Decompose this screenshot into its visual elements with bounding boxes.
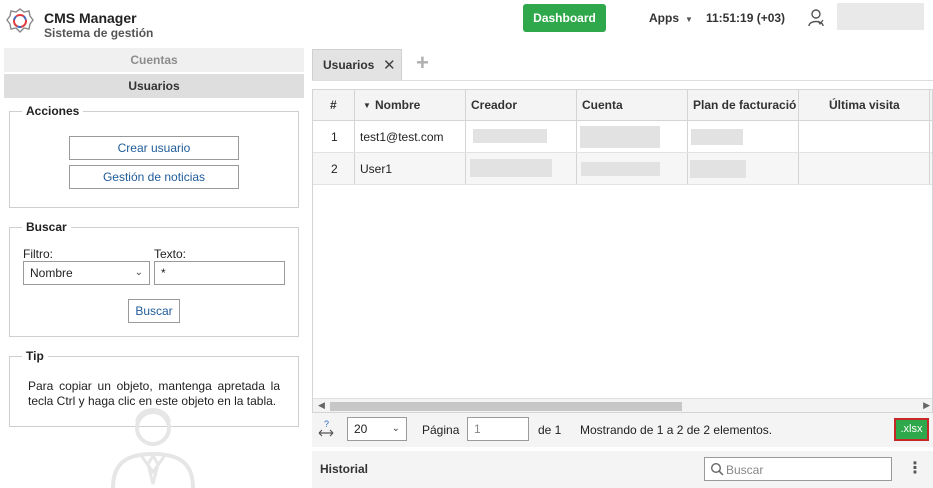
page-size-value: 20 bbox=[354, 422, 368, 436]
crear-usuario-button[interactable]: Crear usuario bbox=[69, 136, 239, 160]
col-cuenta[interactable]: Cuenta bbox=[577, 90, 688, 120]
user-name-box[interactable] bbox=[837, 3, 924, 30]
app-title: CMS Manager bbox=[44, 10, 137, 26]
buscar-legend: Buscar bbox=[26, 220, 67, 234]
search-placeholder: Buscar bbox=[726, 463, 764, 477]
cell-num: 1 bbox=[331, 130, 338, 144]
search-text-input[interactable]: * bbox=[154, 261, 285, 285]
col-plan[interactable]: Plan de facturación bbox=[688, 90, 799, 120]
cell-nombre: test1@test.com bbox=[360, 130, 444, 144]
horizontal-scrollbar[interactable]: ◀ ▶ bbox=[313, 398, 932, 412]
tabstrip-divider bbox=[312, 80, 933, 81]
page-size-select[interactable]: 20 ⌄ bbox=[347, 417, 407, 441]
scrollbar-thumb[interactable] bbox=[330, 402, 682, 411]
historial-bar: Historial Buscar ⋮ bbox=[312, 451, 933, 488]
users-grid: # ▼ Nombre Creador Cuenta Plan de factur… bbox=[312, 89, 933, 413]
historial-search-input[interactable]: Buscar bbox=[704, 457, 892, 481]
dashboard-button[interactable]: Dashboard bbox=[523, 4, 606, 32]
col-ultima-visita[interactable]: Última visita bbox=[799, 90, 930, 120]
tip-legend: Tip bbox=[26, 349, 44, 363]
col-header-creador: Creador bbox=[471, 98, 518, 112]
logo-icon bbox=[6, 8, 34, 33]
clock: 11:51:19 (+03) bbox=[706, 11, 786, 25]
pager-summary: Mostrando de 1 a 2 de 2 elementos. bbox=[580, 423, 773, 437]
table-row[interactable]: 1 test1@test.com bbox=[313, 121, 932, 153]
page-total: de 1 bbox=[538, 423, 562, 437]
chevron-down-icon: ⌄ bbox=[134, 267, 143, 278]
app-header: CMS Manager Sistema de gestión Dashboard… bbox=[0, 0, 933, 40]
apps-menu-label: Apps bbox=[649, 11, 679, 25]
col-creador[interactable]: Creador bbox=[466, 90, 577, 120]
filter-select-value: Nombre bbox=[30, 266, 73, 280]
buscar-button[interactable]: Buscar bbox=[128, 299, 180, 323]
redacted-plan bbox=[691, 129, 743, 145]
grid-header: # ▼ Nombre Creador Cuenta Plan de factur… bbox=[313, 90, 932, 121]
sidebar-tab-cuentas[interactable]: Cuentas bbox=[4, 48, 304, 72]
col-header-ultima-visita: Última visita bbox=[829, 98, 900, 112]
col-header-nombre: Nombre bbox=[375, 98, 421, 112]
filter-label: Filtro: bbox=[23, 247, 53, 261]
redacted-cuenta bbox=[581, 162, 660, 176]
table-row[interactable]: 2 User1 bbox=[313, 153, 932, 185]
scroll-left-icon[interactable]: ◀ bbox=[318, 400, 325, 411]
redacted-plan bbox=[690, 160, 746, 178]
redacted-creador bbox=[473, 129, 547, 143]
cell-col bbox=[799, 121, 930, 152]
sort-desc-icon: ▼ bbox=[363, 101, 371, 110]
sidebar-tab-usuarios[interactable]: Usuarios bbox=[4, 74, 304, 98]
redacted-creador bbox=[470, 159, 552, 177]
cell-num: 2 bbox=[331, 162, 338, 176]
add-tab-icon[interactable]: + bbox=[416, 50, 429, 76]
cell-nombre: User1 bbox=[360, 162, 393, 176]
close-icon[interactable]: ✕ bbox=[383, 56, 396, 74]
help-resize-icon[interactable]: ? bbox=[317, 419, 335, 439]
apps-menu[interactable]: Apps ▼ bbox=[649, 11, 693, 25]
pager-bar: ? 20 ⌄ Página 1 de 1 Mostrando de 1 a 2 … bbox=[312, 413, 933, 447]
gestion-noticias-button[interactable]: Gestión de noticias bbox=[69, 165, 239, 189]
col-header-cuenta: Cuenta bbox=[582, 98, 623, 112]
col-header-plan: Plan de facturación bbox=[693, 98, 797, 112]
text-label: Texto: bbox=[154, 247, 187, 261]
app-subtitle: Sistema de gestión bbox=[44, 26, 154, 40]
filter-select[interactable]: Nombre ⌄ bbox=[23, 261, 150, 285]
export-xlsx-button[interactable]: .xlsx bbox=[894, 418, 929, 441]
page-number-input[interactable]: 1 bbox=[467, 417, 529, 441]
historial-title: Historial bbox=[320, 462, 369, 476]
caret-down-icon: ▼ bbox=[685, 15, 693, 24]
acciones-legend: Acciones bbox=[26, 104, 80, 118]
scroll-right-icon[interactable]: ▶ bbox=[923, 400, 930, 411]
page-label: Página bbox=[422, 423, 460, 437]
search-icon bbox=[710, 462, 724, 476]
user-icon[interactable] bbox=[806, 8, 826, 28]
col-header-num: # bbox=[330, 98, 337, 112]
col-num[interactable]: # bbox=[313, 90, 355, 120]
chevron-down-icon: ⌄ bbox=[391, 423, 400, 434]
more-options-icon[interactable]: ⋮ bbox=[907, 458, 923, 478]
tab-usuarios-label: Usuarios bbox=[323, 58, 375, 72]
person-illustration-icon bbox=[111, 408, 195, 488]
tab-usuarios[interactable]: Usuarios ✕ bbox=[312, 49, 402, 80]
redacted-cuenta bbox=[580, 126, 660, 148]
col-nombre[interactable]: ▼ Nombre bbox=[355, 90, 466, 120]
svg-text:?: ? bbox=[324, 419, 329, 429]
cell-col bbox=[799, 153, 930, 184]
